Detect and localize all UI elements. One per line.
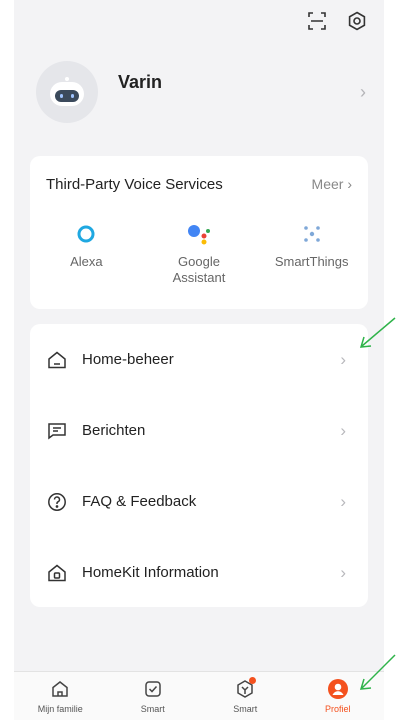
avatar [36,61,98,123]
question-icon [46,491,68,513]
menu-item-label: Home-beheer [82,351,174,368]
chevron-right-icon: › [340,562,346,582]
voice-item-google-assistant[interactable]: Google Assistant [143,222,256,286]
tab-label: Smart [140,704,165,714]
homekit-icon [46,562,68,584]
voice-item-label: Google Assistant [172,254,226,285]
home-icon [46,349,68,371]
voice-services-card: Third-Party Voice Services Meer › Alexa [30,156,368,309]
tab-smart-2[interactable]: Smart [199,672,292,720]
bottom-tab-bar: Mijn familie Smart Smart Profiel [14,671,384,720]
google-assistant-icon [143,222,256,246]
menu-item-homekit-information[interactable]: HomeKit Information › [30,537,368,608]
profile-header[interactable]: Varin › [36,58,366,126]
settings-menu-card: Home-beheer › Berichten › FAQ & Feedback… [30,324,368,607]
chevron-right-icon: › [340,491,346,511]
menu-item-messages[interactable]: Berichten › [30,395,368,466]
menu-item-faq-feedback[interactable]: FAQ & Feedback › [30,466,368,537]
menu-item-label: Berichten [82,422,146,439]
menu-item-label: HomeKit Information [82,564,219,581]
more-label: Meer [311,176,344,192]
profile-icon [326,677,350,701]
chevron-right-icon: › [340,420,346,440]
user-name: Varin [118,71,163,92]
tab-label: Smart [233,704,258,714]
home-icon [48,677,72,701]
chevron-right-icon: › [360,82,366,102]
phone-screen: Varin › Third-Party Voice Services Meer … [14,0,384,719]
chevron-right-icon: › [347,176,352,192]
smart-icon [233,677,257,701]
menu-item-home-management[interactable]: Home-beheer › [30,324,368,395]
tab-smart[interactable]: Smart [107,672,200,720]
top-icons [306,10,368,32]
tab-label: Mijn familie [37,704,83,714]
scan-icon[interactable] [306,10,328,32]
tab-profile[interactable]: Profiel [292,672,385,720]
smartthings-icon [255,222,368,246]
message-icon [46,420,68,442]
settings-icon[interactable] [346,10,368,32]
alexa-icon [30,222,143,246]
robot-avatar-icon [50,77,84,106]
checkbox-icon [141,677,165,701]
voice-item-alexa[interactable]: Alexa [30,222,143,286]
voice-item-label: SmartThings [274,254,349,269]
voice-item-smartthings[interactable]: SmartThings [255,222,368,286]
tab-my-family[interactable]: Mijn familie [14,672,107,720]
menu-item-label: FAQ & Feedback [82,493,197,510]
voice-services-title: Third-Party Voice Services [46,176,223,193]
more-link[interactable]: Meer › [312,176,352,192]
chevron-right-icon: › [340,349,346,369]
tab-label: Profiel [324,704,351,714]
voice-item-label: Alexa [70,254,103,269]
